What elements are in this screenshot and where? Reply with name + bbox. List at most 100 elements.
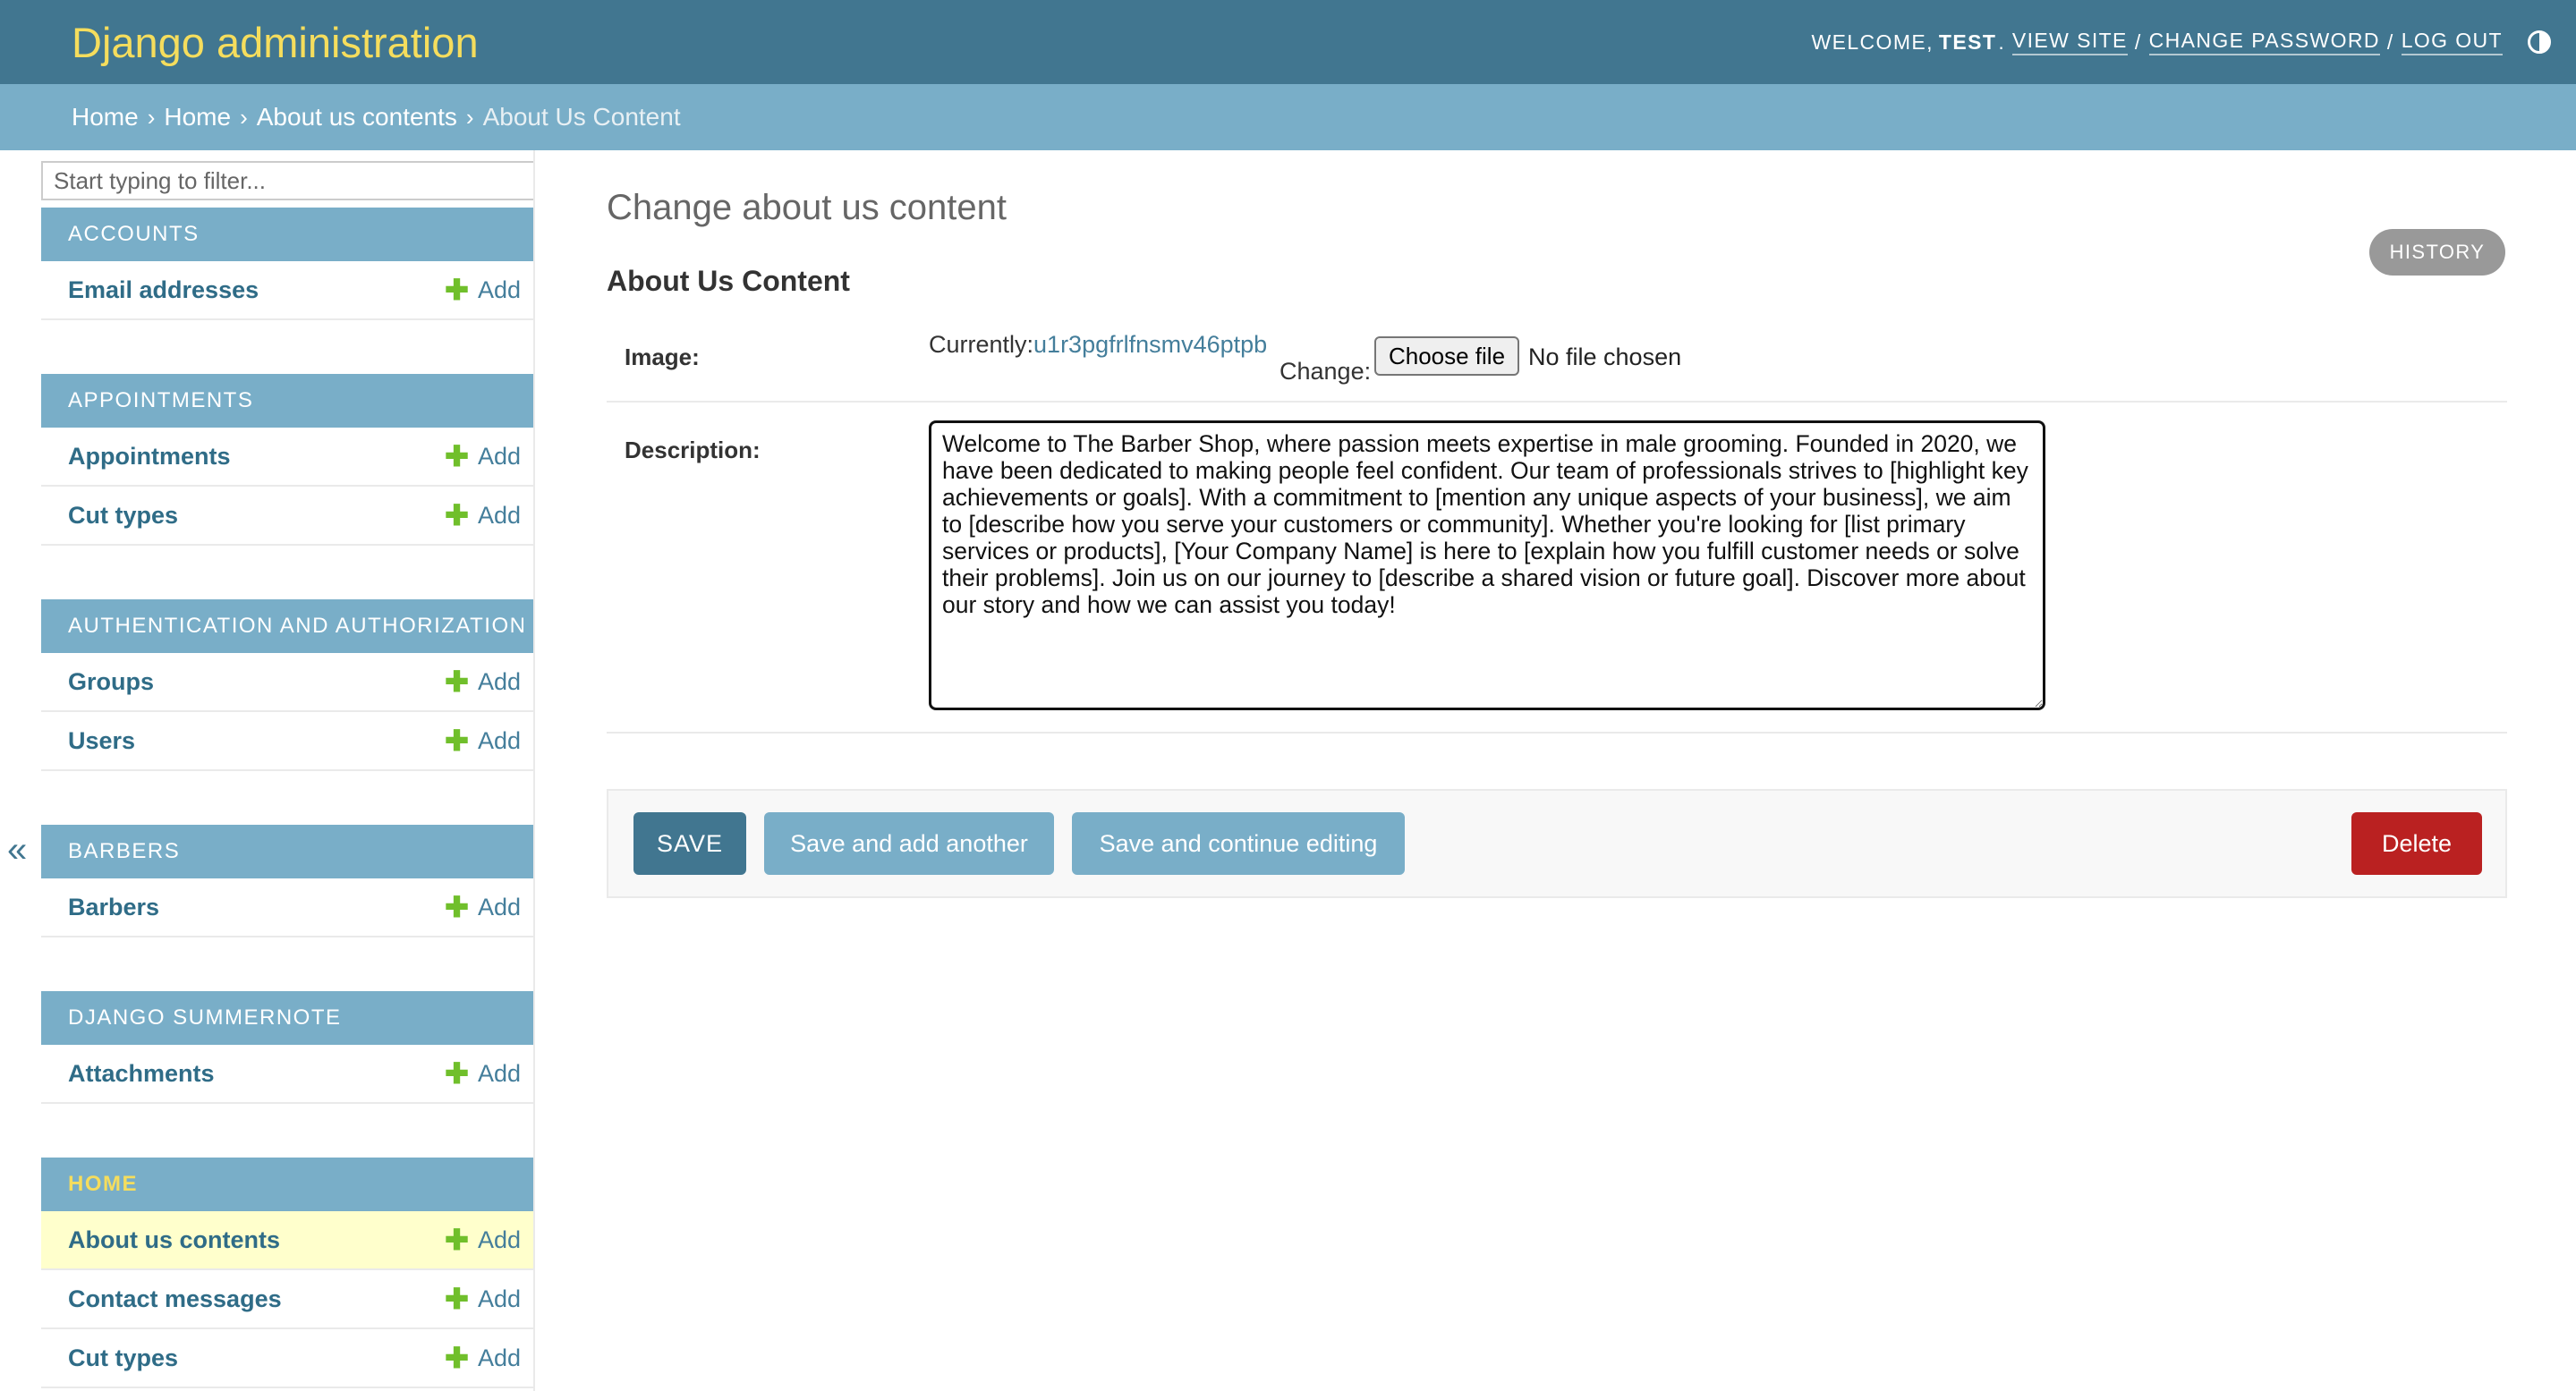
plus-icon: ✚ bbox=[445, 725, 469, 757]
currently-label: Currently: bbox=[929, 331, 1034, 358]
model-link[interactable]: Barbers bbox=[68, 894, 159, 921]
user-tools: Welcome, Test . View site / Change passw… bbox=[1811, 29, 2551, 55]
breadcrumb: Home › Home › About us contents › About … bbox=[0, 84, 2576, 150]
add-link[interactable]: ✚ Add bbox=[445, 442, 521, 471]
sidebar-item-groups: Groups ✚ Add bbox=[41, 653, 533, 712]
sidebar-item-cut-types: Cut types ✚ Add bbox=[41, 487, 533, 546]
breadcrumb-separator: › bbox=[147, 103, 156, 131]
breadcrumb-app-home[interactable]: Home bbox=[164, 103, 231, 131]
add-link[interactable]: ✚ Add bbox=[445, 1059, 521, 1088]
model-link[interactable]: Email addresses bbox=[68, 276, 259, 304]
description-label: Description: bbox=[625, 437, 761, 463]
header: Django administration Welcome, Test . Vi… bbox=[0, 0, 2576, 84]
separator: / bbox=[2134, 30, 2142, 54]
add-link[interactable]: ✚ Add bbox=[445, 726, 521, 755]
username: Test bbox=[1938, 30, 1997, 54]
breadcrumb-separator: › bbox=[240, 103, 248, 131]
add-label: Add bbox=[477, 442, 521, 470]
save-and-continue-button[interactable]: Save and continue editing bbox=[1072, 812, 1405, 875]
plus-icon: ✚ bbox=[445, 499, 469, 531]
add-label: Add bbox=[477, 1226, 521, 1253]
plus-icon: ✚ bbox=[445, 1342, 469, 1374]
log-out-link[interactable]: Log out bbox=[2401, 29, 2503, 55]
model-link[interactable]: Users bbox=[68, 727, 135, 755]
module-caption-accounts[interactable]: Accounts bbox=[41, 208, 533, 261]
page-title: Change about us content bbox=[607, 188, 1007, 227]
module-caption-appointments[interactable]: Appointments bbox=[41, 374, 533, 428]
model-link[interactable]: Contact messages bbox=[68, 1285, 282, 1313]
history-button[interactable]: History bbox=[2369, 229, 2505, 276]
sidebar-item-email-addresses: Email addresses ✚ Add bbox=[41, 261, 533, 320]
model-link[interactable]: Cut types bbox=[68, 502, 178, 530]
plus-icon: ✚ bbox=[445, 274, 469, 306]
fieldset-title: About Us Content bbox=[607, 265, 850, 297]
model-link[interactable]: Cut types bbox=[68, 1344, 178, 1372]
form-row-description: Description: Welcome to The Barber Shop,… bbox=[607, 403, 2507, 734]
view-site-link[interactable]: View site bbox=[2011, 29, 2128, 55]
theme-toggle-icon[interactable] bbox=[2528, 30, 2551, 54]
add-link[interactable]: ✚ Add bbox=[445, 501, 521, 530]
current-file-link[interactable]: u1r3pgfrlfnsmv46ptpb bbox=[1033, 331, 1267, 358]
add-label: Add bbox=[477, 501, 521, 529]
welcome-text: Welcome, bbox=[1811, 30, 1934, 54]
model-link[interactable]: Groups bbox=[68, 668, 154, 696]
change-label: Change: bbox=[1279, 358, 1372, 385]
nav-filter-input[interactable] bbox=[41, 161, 533, 200]
module-barbers: Barbers Barbers ✚ Add bbox=[41, 825, 533, 937]
sidebar-item-about-us-contents: About us contents ✚ Add bbox=[41, 1211, 533, 1270]
choose-file-button[interactable]: Choose file bbox=[1374, 336, 1519, 376]
plus-icon: ✚ bbox=[445, 440, 469, 472]
add-link[interactable]: ✚ Add bbox=[445, 1226, 521, 1254]
add-label: Add bbox=[477, 1344, 521, 1371]
add-label: Add bbox=[477, 276, 521, 303]
module-caption-home[interactable]: Home bbox=[41, 1158, 533, 1211]
add-link[interactable]: ✚ Add bbox=[445, 667, 521, 696]
add-link[interactable]: ✚ Add bbox=[445, 1285, 521, 1313]
module-caption-django-summernote[interactable]: Django Summernote bbox=[41, 991, 533, 1045]
add-label: Add bbox=[477, 1059, 521, 1087]
add-link[interactable]: ✚ Add bbox=[445, 893, 521, 921]
module-caption-barbers[interactable]: Barbers bbox=[41, 825, 533, 878]
plus-icon: ✚ bbox=[445, 891, 469, 923]
module-authentication: Authentication and Authorization Groups … bbox=[41, 599, 533, 771]
site-brand[interactable]: Django administration bbox=[72, 18, 479, 67]
save-and-add-another-button[interactable]: Save and add another bbox=[764, 812, 1054, 875]
model-link[interactable]: Attachments bbox=[68, 1060, 215, 1088]
breadcrumb-about-us-contents[interactable]: About us contents bbox=[257, 103, 457, 131]
form-row-image: Image: Currently:u1r3pgfrlfnsmv46ptpb Ch… bbox=[607, 317, 2507, 403]
collapse-sidebar-icon[interactable]: « bbox=[7, 830, 27, 870]
add-label: Add bbox=[477, 726, 521, 754]
module-appointments: Appointments Appointments ✚ Add Cut types… bbox=[41, 374, 533, 546]
delete-button[interactable]: Delete bbox=[2351, 812, 2482, 875]
submit-row: SAVE Save and add another Save and conti… bbox=[607, 789, 2507, 898]
module-home: Home About us contents ✚ Add Contact mess… bbox=[41, 1158, 533, 1388]
currently-text: Currently:u1r3pgfrlfnsmv46ptpb bbox=[929, 331, 1267, 359]
breadcrumb-separator: › bbox=[465, 103, 474, 131]
module-django-summernote: Django Summernote Attachments ✚ Add bbox=[41, 991, 533, 1104]
username-period: . bbox=[1998, 30, 2012, 54]
sidebar-item-users: Users ✚ Add bbox=[41, 712, 533, 771]
change-password-link[interactable]: Change password bbox=[2148, 29, 2380, 55]
module-accounts: Accounts Email addresses ✚ Add bbox=[41, 208, 533, 320]
plus-icon: ✚ bbox=[445, 1224, 469, 1256]
save-button[interactable]: SAVE bbox=[633, 812, 746, 875]
add-link[interactable]: ✚ Add bbox=[445, 276, 521, 304]
nav-sidebar: Accounts Email addresses ✚ Add Appointmen… bbox=[39, 150, 535, 1391]
add-label: Add bbox=[477, 893, 521, 920]
model-link[interactable]: Appointments bbox=[68, 443, 231, 471]
add-label: Add bbox=[477, 667, 521, 695]
sidebar-item-attachments: Attachments ✚ Add bbox=[41, 1045, 533, 1104]
plus-icon: ✚ bbox=[445, 1283, 469, 1315]
breadcrumb-home[interactable]: Home bbox=[72, 103, 139, 131]
plus-icon: ✚ bbox=[445, 666, 469, 698]
description-textarea[interactable]: Welcome to The Barber Shop, where passio… bbox=[929, 420, 2045, 710]
model-link[interactable]: About us contents bbox=[68, 1226, 280, 1254]
sidebar-item-appointments: Appointments ✚ Add bbox=[41, 428, 533, 487]
sidebar-item-cut-types-home: Cut types ✚ Add bbox=[41, 1329, 533, 1388]
add-link[interactable]: ✚ Add bbox=[445, 1344, 521, 1372]
breadcrumb-current: About Us Content bbox=[482, 103, 681, 131]
module-caption-authentication[interactable]: Authentication and Authorization bbox=[41, 599, 533, 653]
separator: / bbox=[2386, 30, 2394, 54]
sidebar-item-barbers: Barbers ✚ Add bbox=[41, 878, 533, 937]
no-file-text: No file chosen bbox=[1528, 344, 1682, 370]
